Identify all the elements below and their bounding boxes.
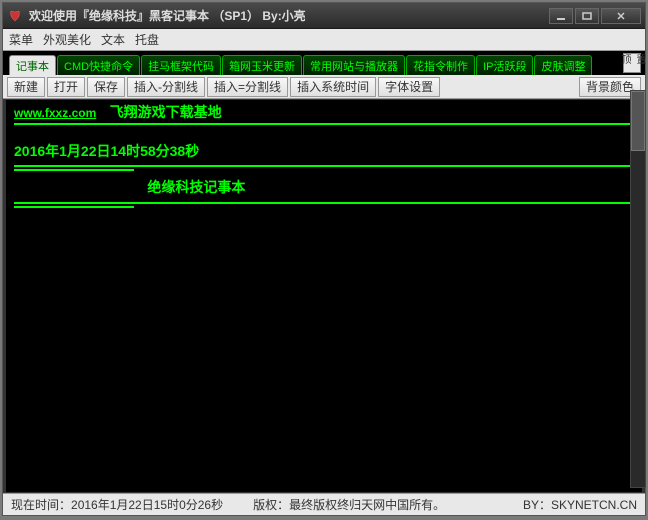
- timestamp-line: 2016年1月22日14时58分38秒: [14, 143, 634, 159]
- menu-appearance[interactable]: 外观美化: [43, 31, 91, 48]
- tab-skin[interactable]: 皮肤调整: [534, 55, 592, 75]
- menu-text[interactable]: 文本: [101, 31, 125, 48]
- insert-dash-button[interactable]: 插入-分割线: [127, 77, 205, 97]
- toolbar: 新建 打开 保存 插入-分割线 插入=分割线 插入系统时间 字体设置 背景颜色: [3, 75, 645, 99]
- menubar: 菜单 外观美化 文本 托盘: [3, 29, 645, 51]
- close-button[interactable]: [601, 8, 641, 24]
- tab-ip[interactable]: IP活跃段: [476, 55, 533, 75]
- status-by: BY：SKYNETCN.CN: [523, 496, 637, 513]
- window-controls: [549, 8, 641, 24]
- scrollbar-thumb[interactable]: [631, 91, 645, 151]
- save-button[interactable]: 保存: [87, 77, 125, 97]
- divider-line: [14, 202, 634, 204]
- vertical-scrollbar[interactable]: [630, 90, 646, 488]
- tab-sites[interactable]: 常用网站与播放器: [303, 55, 405, 75]
- tab-update[interactable]: 箱网玉米更新: [222, 55, 302, 75]
- window-title: 欢迎使用『绝缘科技』黑客记事本 （SP1） By:小亮: [29, 7, 549, 24]
- divider-line: [14, 165, 634, 167]
- app-window: 欢迎使用『绝缘科技』黑客记事本 （SP1） By:小亮 菜单 外观美化 文本 托…: [2, 2, 646, 516]
- tab-notepad[interactable]: 记事本: [9, 55, 56, 75]
- tab-flower[interactable]: 花指令制作: [406, 55, 475, 75]
- open-button[interactable]: 打开: [47, 77, 85, 97]
- editor-line: www.fxxz.com 飞翔游戏下载基地: [14, 104, 634, 121]
- pin-button[interactable]: 置 顶: [623, 53, 641, 73]
- minimize-button[interactable]: [549, 8, 573, 24]
- insert-eq-button[interactable]: 插入=分割线: [207, 77, 288, 97]
- new-button[interactable]: 新建: [7, 77, 45, 97]
- tab-frame[interactable]: 挂马框架代码: [141, 55, 221, 75]
- menu-main[interactable]: 菜单: [9, 31, 33, 48]
- url-link[interactable]: www.fxxz.com: [14, 106, 96, 120]
- menu-tray[interactable]: 托盘: [135, 31, 159, 48]
- tab-cmd[interactable]: CMD快捷命令: [57, 55, 140, 75]
- maximize-button[interactable]: [575, 8, 599, 24]
- editor-line: 绝缘科技记事本: [14, 179, 634, 196]
- divider-short: [14, 206, 134, 208]
- titlebar[interactable]: 欢迎使用『绝缘科技』黑客记事本 （SP1） By:小亮: [3, 3, 645, 29]
- url-label: 飞翔游戏下载基地: [110, 104, 222, 120]
- app-icon: [7, 8, 23, 24]
- divider-line: [14, 123, 634, 125]
- statusbar: 现在时间：2016年1月22日15时0分26秒 版权：最终版权终归天网中国所有。…: [3, 493, 645, 515]
- insert-time-button[interactable]: 插入系统时间: [290, 77, 376, 97]
- status-time: 现在时间：2016年1月22日15时0分26秒: [11, 496, 223, 513]
- status-copyright: 版权：最终版权终归天网中国所有。: [253, 496, 523, 513]
- font-button[interactable]: 字体设置: [378, 77, 440, 97]
- center-title: 绝缘科技记事本: [147, 179, 245, 195]
- divider-short: [14, 169, 134, 171]
- editor-area[interactable]: www.fxxz.com 飞翔游戏下载基地 2016年1月22日14时58分38…: [5, 99, 643, 493]
- tabbar: 记事本 CMD快捷命令 挂马框架代码 箱网玉米更新 常用网站与播放器 花指令制作…: [3, 51, 645, 75]
